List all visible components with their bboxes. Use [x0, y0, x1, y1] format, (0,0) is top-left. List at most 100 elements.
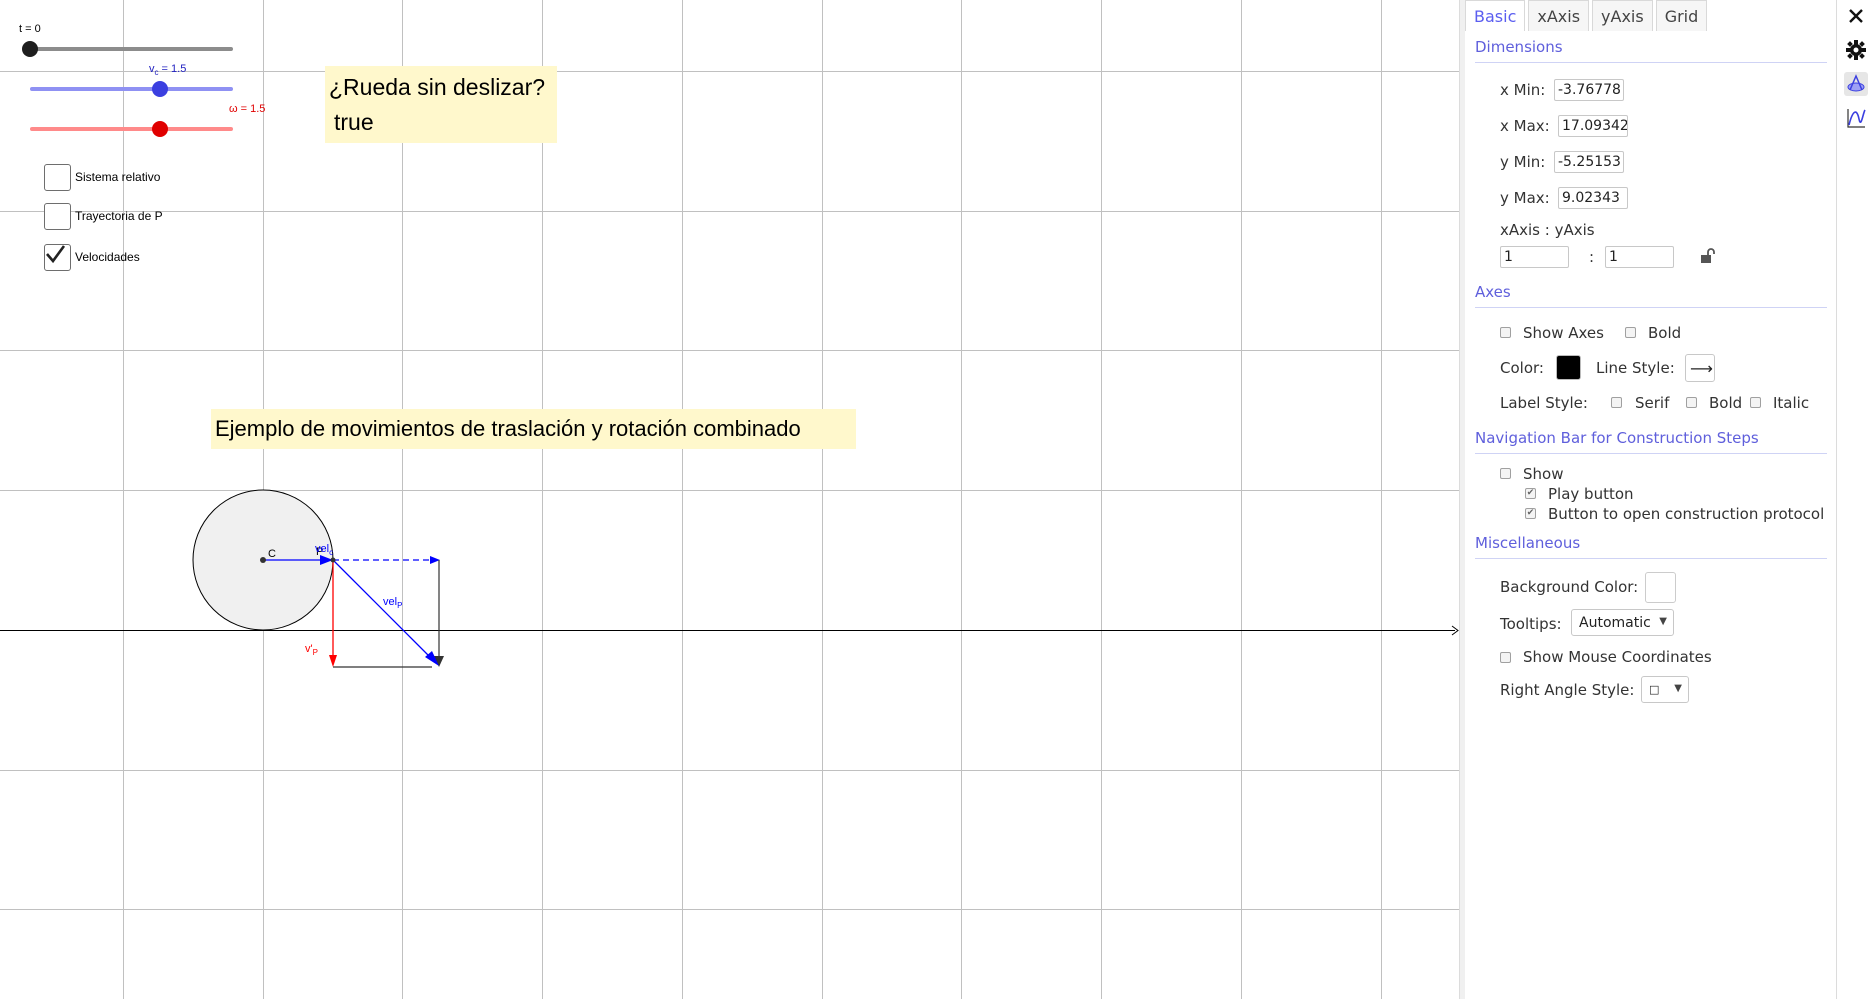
tab-grid[interactable]: Grid — [1655, 0, 1708, 31]
slider-t-label: t = 0 — [19, 23, 41, 35]
example-title-textbox[interactable]: Ejemplo de movimientos de traslación y r… — [211, 409, 856, 449]
graphics-view-icon[interactable] — [1844, 72, 1868, 96]
rolling-question-textbox[interactable]: ¿Rueda sin deslizar? true — [325, 66, 557, 143]
gear-icon[interactable] — [1844, 38, 1868, 62]
point-p[interactable] — [330, 557, 336, 563]
center-point[interactable] — [260, 557, 266, 563]
vel-c-label: velc — [315, 543, 333, 557]
vel-c-label-sub: c — [329, 548, 334, 558]
vel-p-label-sub: P — [397, 601, 403, 611]
center-label: C — [268, 548, 276, 560]
play-button-checkbox[interactable]: ✔ — [1525, 488, 1536, 499]
background-color-label: Background Color: — [1500, 578, 1639, 596]
geogebra-app: C P velc velP v'P t = 0 vc = 1.5 ω = 1.5… — [0, 0, 1874, 999]
label-style-label: Label Style: — [1500, 394, 1588, 412]
vprime-p-label-main: v' — [305, 643, 313, 655]
style-bar — [1838, 0, 1874, 999]
right-angle-style-dropdown[interactable]: □ ▼ — [1641, 676, 1689, 703]
axis-ratio-label: xAxis : yAxis — [1500, 221, 1595, 239]
checkbox-box[interactable] — [44, 202, 71, 230]
dropdown-arrow-icon: ▼ — [1674, 683, 1682, 694]
slider-vc-track[interactable] — [30, 87, 233, 91]
grid — [0, 0, 1459, 999]
y-max-label: y Max: — [1500, 189, 1550, 207]
tooltips-value: Automatic — [1579, 614, 1651, 631]
play-button-label: Play button — [1548, 485, 1634, 503]
background-color-swatch[interactable] — [1645, 572, 1676, 603]
slider-vc-label-value: = 1.5 — [158, 63, 187, 75]
vel-p-label-main: vel — [383, 596, 398, 608]
vel-p-vector[interactable] — [332, 559, 439, 666]
tab-yaxis[interactable]: yAxis — [1592, 0, 1653, 31]
y-max-input[interactable]: 9.02343 — [1558, 187, 1628, 209]
x-max-input[interactable]: 17.09342 — [1558, 115, 1628, 137]
function-graph-icon[interactable] — [1844, 106, 1868, 130]
graphics-view[interactable]: C P velc velP v'P t = 0 vc = 1.5 ω = 1.5… — [0, 0, 1459, 999]
checkbox-label: Trayectoria de P — [75, 209, 163, 223]
slider-t-track[interactable] — [30, 47, 233, 51]
checkmark-icon — [46, 245, 66, 264]
slider-omega-thumb[interactable] — [152, 121, 168, 137]
rolling-answer-text: true — [334, 109, 374, 135]
protocol-button-checkbox[interactable]: ✔ — [1525, 508, 1536, 519]
example-title-text: Ejemplo de movimientos de traslación y r… — [215, 416, 801, 441]
unlock-icon[interactable] — [1699, 247, 1717, 265]
serif-checkbox[interactable] — [1611, 397, 1622, 408]
bold-axes-checkbox[interactable] — [1625, 327, 1636, 338]
misc-section-title: Miscellaneous — [1475, 534, 1581, 552]
slider-vc-label: vc = 1.5 — [149, 63, 186, 77]
slider-t-thumb[interactable] — [22, 41, 38, 57]
checkbox-label: Sistema relativo — [75, 170, 161, 184]
axes-color-swatch[interactable] — [1556, 355, 1581, 380]
italic-checkbox[interactable] — [1750, 397, 1761, 408]
checkbox-box[interactable] — [44, 163, 71, 191]
checkbox-box[interactable] — [44, 243, 71, 271]
dimensions-section-title: Dimensions — [1475, 38, 1563, 56]
x-min-input[interactable]: -3.76778 — [1554, 79, 1624, 101]
label-bold-checkbox[interactable] — [1686, 397, 1697, 408]
checkbox-trayectoria-p[interactable]: Trayectoria de P — [44, 202, 163, 230]
arrow-right-icon: ⟶ — [1690, 358, 1713, 378]
slider-vc-thumb[interactable] — [152, 81, 168, 97]
right-angle-style-label: Right Angle Style: — [1500, 681, 1635, 699]
section-divider — [1475, 307, 1827, 308]
serif-label: Serif — [1635, 394, 1670, 412]
navigation-section-title: Navigation Bar for Construction Steps — [1475, 429, 1759, 447]
y-min-input[interactable]: -5.25153 — [1554, 151, 1624, 173]
x-max-label: x Max: — [1500, 117, 1550, 135]
close-icon[interactable] — [1844, 4, 1868, 28]
slider-omega-track[interactable] — [30, 127, 233, 131]
ratio-x-input[interactable]: 1 — [1500, 246, 1569, 268]
settings-tabs: Basic xAxis yAxis Grid — [1465, 0, 1710, 31]
checkbox-label: Velocidades — [75, 250, 140, 264]
vel-c-translated-vector — [333, 556, 440, 564]
show-mouse-coords-label: Show Mouse Coordinates — [1523, 648, 1712, 666]
label-bold-label: Bold — [1709, 394, 1743, 412]
vprime-p-label: v'P — [305, 643, 318, 657]
tab-xaxis[interactable]: xAxis — [1528, 0, 1590, 31]
y-min-label: y Min: — [1500, 153, 1546, 171]
ratio-y-input[interactable]: 1 — [1605, 246, 1674, 268]
line-style-label: Line Style: — [1596, 359, 1675, 377]
show-navigation-checkbox[interactable] — [1500, 468, 1511, 479]
checkbox-velocidades[interactable]: Velocidades — [44, 243, 140, 271]
show-axes-label: Show Axes — [1523, 324, 1604, 342]
line-style-dropdown[interactable]: ⟶ — [1685, 354, 1715, 382]
rolling-question-text: ¿Rueda sin deslizar? — [329, 74, 546, 100]
vel-c-label-main: vel — [315, 543, 330, 555]
graphics-settings-panel: Basic xAxis yAxis Grid Dimensions x Min:… — [1465, 0, 1837, 999]
graphics-canvas[interactable] — [0, 0, 1459, 999]
tab-basic[interactable]: Basic — [1465, 0, 1526, 31]
show-axes-checkbox[interactable] — [1500, 327, 1511, 338]
tooltips-dropdown[interactable]: Automatic ▼ — [1571, 609, 1674, 636]
section-divider — [1475, 62, 1827, 63]
slider-omega-label: ω = 1.5 — [229, 103, 266, 115]
ratio-separator: : — [1589, 248, 1595, 266]
section-divider — [1475, 453, 1827, 454]
section-divider — [1475, 558, 1827, 559]
x-axis — [0, 625, 1459, 636]
show-mouse-coords-checkbox[interactable] — [1500, 652, 1511, 663]
checkbox-sistema-relativo[interactable]: Sistema relativo — [44, 163, 160, 191]
protocol-button-label: Button to open construction protocol — [1548, 505, 1825, 523]
axes-color-label: Color: — [1500, 359, 1544, 377]
